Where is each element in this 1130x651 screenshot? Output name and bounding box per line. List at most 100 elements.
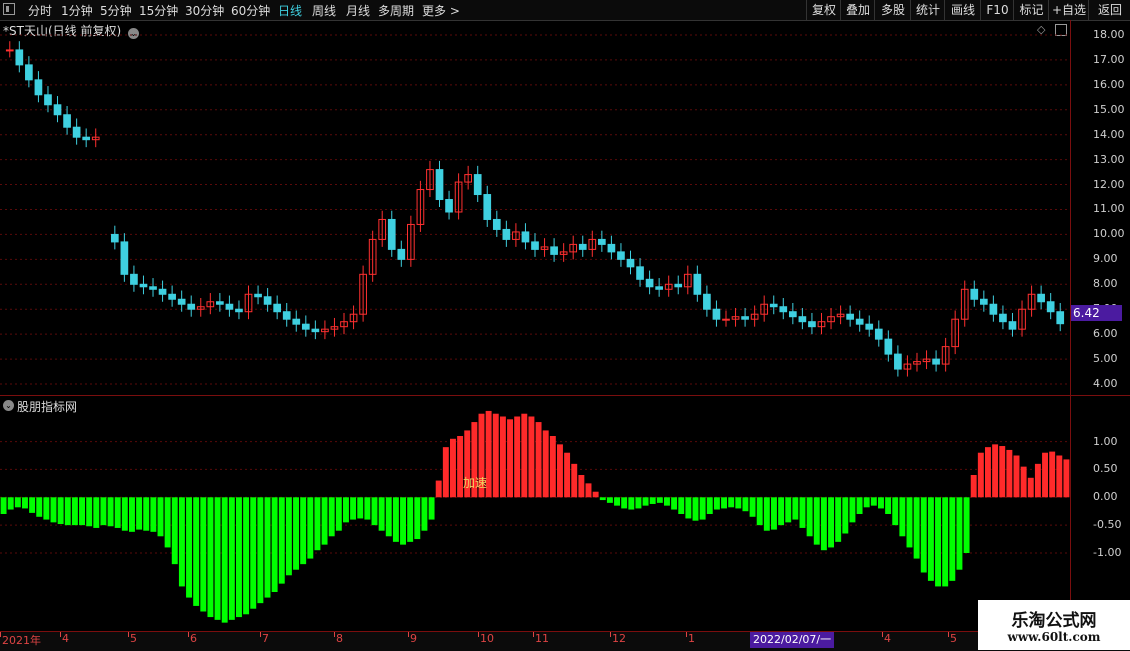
toolbar-button[interactable]: F10 xyxy=(980,0,1014,20)
indicator-bar xyxy=(129,497,135,532)
indicator-bar xyxy=(813,497,820,545)
indicator-bar xyxy=(656,497,663,503)
indicator-bar xyxy=(114,497,121,528)
candle-body xyxy=(712,308,721,320)
period-tab[interactable]: 月线 xyxy=(346,2,370,19)
indicator-bar xyxy=(878,497,884,509)
indicator-bar xyxy=(428,497,435,520)
date-tick xyxy=(948,632,949,637)
period-tab[interactable]: 30分钟 xyxy=(185,2,224,19)
indicator-bar xyxy=(1063,459,1070,498)
indicator-bar xyxy=(157,497,164,537)
candle-body xyxy=(865,323,874,330)
indicator-bar xyxy=(278,497,285,584)
candle-body xyxy=(693,273,702,295)
candle-body xyxy=(149,286,157,290)
price-axis-label: 4.00 xyxy=(1093,377,1118,391)
indicator-bar xyxy=(1056,455,1063,498)
date-tick xyxy=(408,632,409,637)
price-axis-label: 11.00 xyxy=(1093,202,1125,216)
candle-body xyxy=(502,228,511,240)
indicator-chart[interactable] xyxy=(0,397,1070,631)
indicator-bar xyxy=(985,447,991,498)
period-tab[interactable]: 日线 xyxy=(278,2,302,19)
indicator-bar xyxy=(549,436,556,498)
candle-body xyxy=(578,243,587,250)
price-axis-label: 14.00 xyxy=(1093,127,1125,141)
toolbar-button[interactable]: 返回 xyxy=(1088,0,1130,20)
indicator-bar xyxy=(528,416,535,498)
toolbar-button[interactable]: +自选 xyxy=(1048,0,1089,20)
candle-body xyxy=(235,308,243,313)
indicator-bar xyxy=(357,497,364,519)
indicator-bar xyxy=(178,497,185,587)
indicator-bar xyxy=(207,497,214,618)
period-tab[interactable]: 5分钟 xyxy=(100,2,132,19)
indicator-bar xyxy=(121,497,128,531)
indicator-bar xyxy=(913,497,920,559)
candle-body xyxy=(741,316,749,320)
price-chart[interactable] xyxy=(0,20,1070,394)
period-tab[interactable]: 多周期 xyxy=(378,2,414,19)
indicator-bar xyxy=(250,497,257,609)
candle-body xyxy=(989,303,998,315)
indicator-bar xyxy=(79,497,85,526)
candle-body xyxy=(5,49,14,52)
period-tab[interactable]: 更多 > xyxy=(422,2,460,19)
period-tab[interactable]: 周线 xyxy=(312,2,336,19)
indicator-bar xyxy=(507,419,513,498)
layout-icon[interactable] xyxy=(3,3,15,15)
candle-body xyxy=(874,328,883,340)
period-tab[interactable]: 分时 xyxy=(28,2,52,19)
indicator-bar xyxy=(385,497,392,537)
candle-body xyxy=(722,318,730,321)
toolbar-button[interactable]: 复权 xyxy=(806,0,841,20)
candle-body xyxy=(72,126,81,138)
date-tick-label: 9 xyxy=(410,632,417,645)
indicator-bar xyxy=(514,416,521,498)
toolbar-button[interactable]: 画线 xyxy=(944,0,981,20)
candle-body xyxy=(216,301,224,305)
indicator-bar xyxy=(22,497,28,509)
toolbar-button[interactable]: 多股 xyxy=(874,0,911,20)
indicator-bar xyxy=(999,446,1006,498)
candle-body xyxy=(177,298,186,305)
axis-divider xyxy=(1070,20,1071,631)
indicator-bar xyxy=(1042,452,1048,498)
indicator-bar xyxy=(1020,466,1027,498)
indicator-bar xyxy=(706,497,713,514)
date-tick xyxy=(0,632,1,637)
pane-separator xyxy=(0,395,1130,396)
indicator-bar xyxy=(585,483,592,498)
current-price-tag: 6.42 xyxy=(1071,305,1122,321)
date-tick-label: 6 xyxy=(190,632,197,645)
indicator-bar xyxy=(364,497,371,520)
toolbar-button[interactable]: 标记 xyxy=(1013,0,1049,20)
indicator-bar xyxy=(599,497,606,501)
toolbar-button[interactable]: 统计 xyxy=(910,0,945,20)
price-axis-label: 10.00 xyxy=(1093,227,1125,241)
candle-body xyxy=(617,251,625,260)
date-tick-label: 10 xyxy=(480,632,494,645)
candle-body xyxy=(979,298,988,305)
period-tab[interactable]: 15分钟 xyxy=(139,2,178,19)
candle-body xyxy=(521,231,530,243)
indicator-bar xyxy=(1013,455,1020,498)
period-tab[interactable]: 1分钟 xyxy=(61,2,93,19)
indicator-bar xyxy=(756,497,763,526)
candle-body xyxy=(44,94,52,106)
indicator-bar xyxy=(200,497,207,612)
indicator-bar xyxy=(856,497,863,514)
indicator-bar xyxy=(150,497,157,532)
date-tick-label: 1 xyxy=(688,632,695,645)
period-tab[interactable]: 60分钟 xyxy=(231,2,270,19)
toolbar-button[interactable]: 叠加 xyxy=(840,0,875,20)
indicator-bar xyxy=(649,497,656,504)
price-axis-label: 18.00 xyxy=(1093,27,1125,41)
indicator-bar xyxy=(171,497,178,565)
indicator-bar xyxy=(107,497,114,527)
date-tick xyxy=(610,632,611,637)
price-axis-label: 9.00 xyxy=(1093,252,1118,266)
date-tick-label: 5 xyxy=(950,632,957,645)
candle-body xyxy=(846,313,854,320)
